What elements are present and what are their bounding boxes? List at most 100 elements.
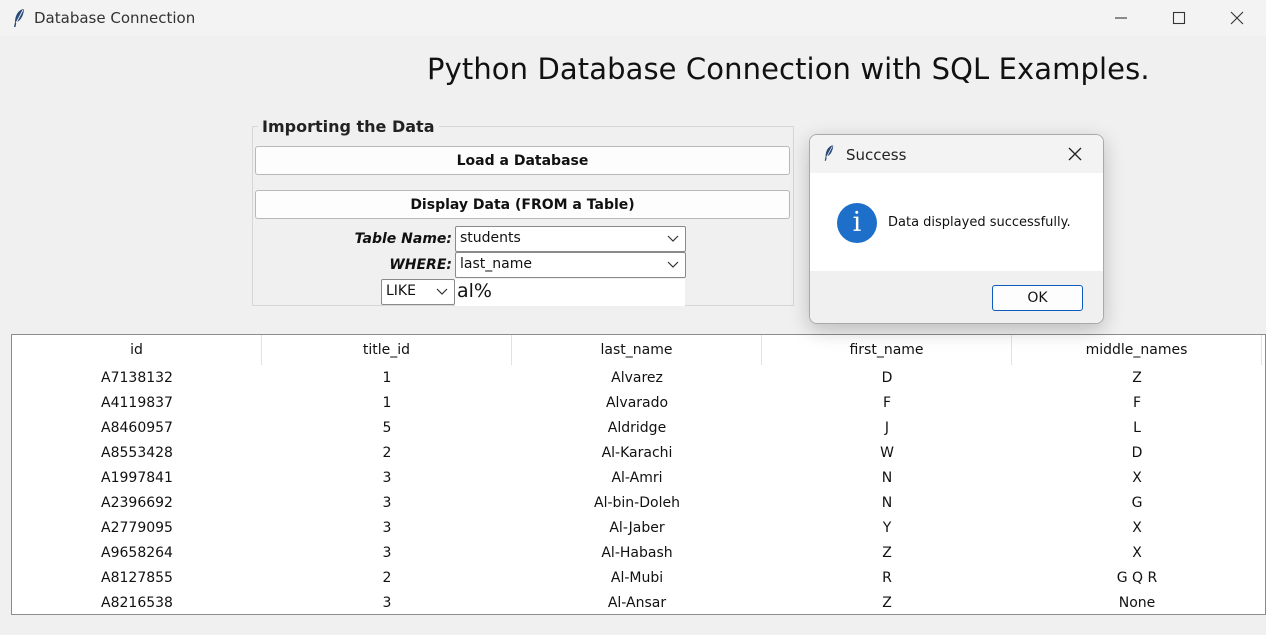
- column-header-id[interactable]: id: [12, 335, 262, 365]
- import-group-label: Importing the Data: [258, 117, 439, 136]
- column-header-last-name[interactable]: last_name: [512, 335, 762, 365]
- table-cell: F: [882, 394, 892, 411]
- info-icon: i: [837, 203, 877, 243]
- table-cell: 1: [382, 394, 392, 411]
- minimize-icon: [1115, 17, 1127, 19]
- close-icon: [1230, 11, 1244, 25]
- table-name-value: students: [460, 230, 521, 246]
- table-row[interactable]: A7138132 1 Alvarez D Z: [12, 365, 1265, 390]
- table-cell: None: [1118, 594, 1156, 611]
- load-database-button[interactable]: Load a Database: [255, 146, 790, 175]
- column-header-title-id[interactable]: title_id: [262, 335, 512, 365]
- operator-value: LIKE: [386, 283, 416, 299]
- table-cell: A8553428: [101, 444, 173, 461]
- close-window-button[interactable]: [1208, 0, 1266, 36]
- table-cell: A8127855: [101, 569, 173, 586]
- table-name-combobox[interactable]: students: [455, 226, 686, 252]
- table-row[interactable]: A2779095 3 Al-Jaber Y X: [12, 515, 1265, 540]
- table-row[interactable]: A9658264 3 Al-Habash Z X: [12, 540, 1265, 565]
- dialog-titlebar: Success: [810, 135, 1103, 173]
- table-cell: Alvarado: [605, 394, 669, 411]
- table-cell: A8460957: [101, 419, 173, 436]
- table-cell: X: [1132, 519, 1142, 536]
- minimize-button[interactable]: [1092, 0, 1150, 36]
- data-table[interactable]: id title_id last_name first_name middle_…: [11, 334, 1266, 615]
- table-cell: G: [1131, 494, 1143, 511]
- success-dialog: Success i Data displayed successfully. O…: [809, 134, 1104, 324]
- dialog-message: Data displayed successfully.: [888, 215, 1071, 230]
- table-cell: 1: [382, 369, 392, 386]
- table-cell: J: [884, 419, 890, 436]
- table-cell: D: [881, 369, 893, 386]
- table-cell: 3: [382, 494, 392, 511]
- dialog-close-button[interactable]: [1066, 145, 1084, 163]
- table-cell: Al-Karachi: [601, 444, 673, 461]
- table-cell: 3: [382, 544, 392, 561]
- column-header-middle-names[interactable]: middle_names: [1012, 335, 1262, 365]
- table-row[interactable]: A8553428 2 Al-Karachi W D: [12, 440, 1265, 465]
- table-row[interactable]: A4119837 1 Alvarado F F: [12, 390, 1265, 415]
- table-name-label: Table Name:: [354, 231, 452, 247]
- table-cell: 2: [382, 569, 392, 586]
- table-cell: N: [881, 494, 893, 511]
- pattern-input[interactable]: al%: [455, 279, 685, 306]
- table-cell: 2: [382, 444, 392, 461]
- where-column-value: last_name: [460, 256, 532, 272]
- table-cell: Z: [882, 544, 892, 561]
- table-header: id title_id last_name first_name middle_…: [12, 335, 1265, 365]
- table-cell: Z: [882, 594, 892, 611]
- table-row[interactable]: A2396692 3 Al-bin-Doleh N G: [12, 490, 1265, 515]
- ok-button[interactable]: OK: [992, 285, 1083, 311]
- table-cell: R: [882, 569, 892, 586]
- table-cell: A4119837: [101, 394, 173, 411]
- table-cell: D: [1131, 444, 1143, 461]
- table-cell: Alvarez: [611, 369, 663, 386]
- feather-icon: [14, 9, 24, 27]
- table-cell: Aldridge: [607, 419, 667, 436]
- table-cell: A2396692: [101, 494, 173, 511]
- table-cell: A1997841: [101, 469, 173, 486]
- chevron-down-icon: [667, 235, 679, 242]
- table-cell: 3: [382, 469, 392, 486]
- table-cell: Al-Ansar: [607, 594, 667, 611]
- table-row[interactable]: A8127855 2 Al-Mubi R G Q R: [12, 565, 1265, 590]
- table-cell: 5: [382, 419, 392, 436]
- operator-combobox[interactable]: LIKE: [381, 279, 455, 305]
- table-cell: Z: [1132, 369, 1142, 386]
- table-cell: A8216538: [101, 594, 173, 611]
- table-cell: W: [880, 444, 894, 461]
- table-cell: A2779095: [101, 519, 173, 536]
- table-cell: F: [1132, 394, 1142, 411]
- table-cell: X: [1132, 469, 1142, 486]
- maximize-button[interactable]: [1150, 0, 1208, 36]
- table-cell: Y: [882, 519, 892, 536]
- table-cell: Al-Amri: [611, 469, 663, 486]
- table-cell: L: [1133, 419, 1141, 436]
- chevron-down-icon: [667, 261, 679, 268]
- dialog-title: Success: [846, 146, 907, 164]
- display-data-button[interactable]: Display Data (FROM a Table): [255, 190, 790, 219]
- table-cell: A7138132: [101, 369, 173, 386]
- column-header-first-name[interactable]: first_name: [762, 335, 1012, 365]
- table-row[interactable]: A8216538 3 Al-Ansar Z None: [12, 590, 1265, 614]
- feather-icon: [824, 145, 834, 161]
- where-column-combobox[interactable]: last_name: [455, 252, 686, 278]
- table-cell: N: [881, 469, 893, 486]
- table-row[interactable]: A1997841 3 Al-Amri N X: [12, 465, 1265, 490]
- chevron-down-icon: [436, 288, 448, 295]
- table-cell: 3: [382, 519, 392, 536]
- table-cell: Al-Jaber: [609, 519, 665, 536]
- table-cell: G Q R: [1116, 569, 1158, 586]
- table-cell: Al-Habash: [601, 544, 673, 561]
- table-row[interactable]: A8460957 5 Aldridge J L: [12, 415, 1265, 440]
- where-label: WHERE:: [389, 257, 452, 273]
- window-titlebar: Database Connection: [0, 0, 1266, 36]
- table-cell: X: [1132, 544, 1142, 561]
- table-cell: Al-bin-Doleh: [594, 494, 680, 511]
- maximize-icon: [1172, 11, 1186, 25]
- table-cell: Al-Mubi: [610, 569, 664, 586]
- dialog-body: i Data displayed successfully.: [810, 173, 1103, 271]
- table-cell: A9658264: [101, 544, 173, 561]
- window-title: Database Connection: [34, 9, 196, 27]
- page-heading: Python Database Connection with SQL Exam…: [427, 52, 1150, 86]
